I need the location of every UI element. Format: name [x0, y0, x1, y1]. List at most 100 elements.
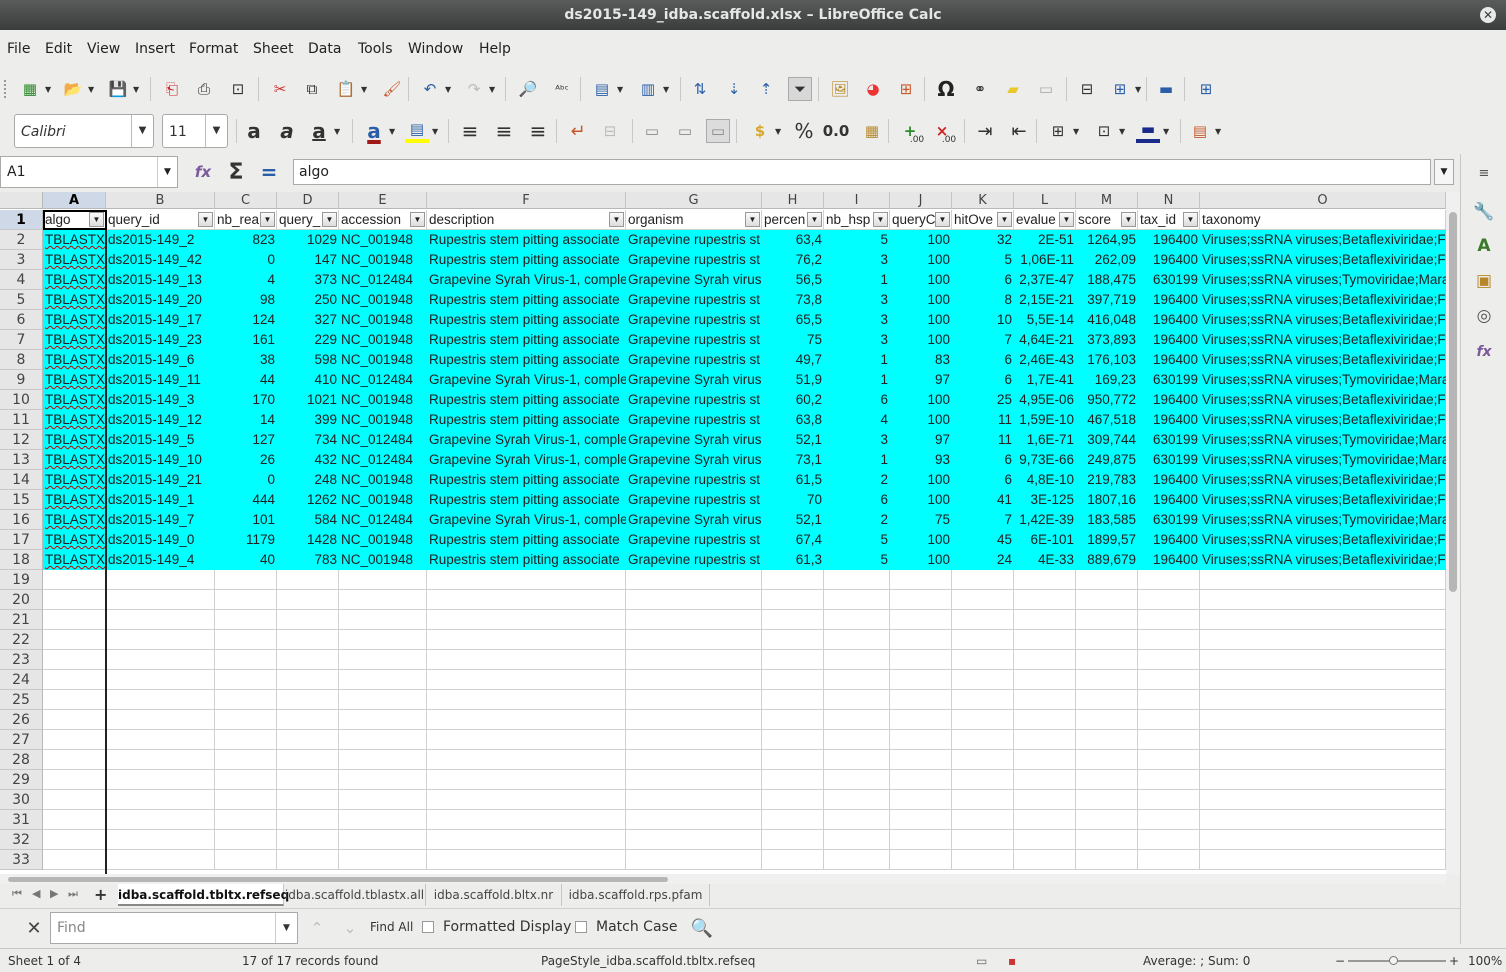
- empty-cell[interactable]: [1014, 590, 1076, 610]
- empty-cell[interactable]: [106, 770, 215, 790]
- last-sheet-icon[interactable]: ⏭: [68, 887, 78, 901]
- column-header-b[interactable]: B: [106, 192, 215, 209]
- column-header-d[interactable]: D: [277, 192, 339, 209]
- empty-cell[interactable]: [762, 710, 824, 730]
- empty-cell[interactable]: [1138, 570, 1200, 590]
- conditional-format-icon[interactable]: ▤: [1188, 119, 1212, 143]
- table-cell[interactable]: 3: [824, 290, 890, 310]
- autofilter-dropdown-icon[interactable]: ▼: [1121, 212, 1136, 227]
- pivot-table-icon[interactable]: ⊞: [894, 77, 918, 101]
- table-cell[interactable]: 73,1: [762, 450, 824, 470]
- row-header[interactable]: 23: [0, 650, 43, 670]
- empty-cell[interactable]: [1014, 830, 1076, 850]
- table-cell[interactable]: Grapevine Syrah virus: [626, 370, 762, 390]
- table-cell[interactable]: 6: [952, 270, 1014, 290]
- empty-cell[interactable]: [1200, 590, 1446, 610]
- table-cell[interactable]: NC_001948: [339, 230, 427, 250]
- empty-cell[interactable]: [762, 730, 824, 750]
- empty-cell[interactable]: [626, 650, 762, 670]
- clone-formatting-icon[interactable]: 🖌: [380, 77, 404, 101]
- sort-icon[interactable]: ⇅: [688, 77, 712, 101]
- table-cell[interactable]: 1021: [277, 390, 339, 410]
- empty-cell[interactable]: [952, 730, 1014, 750]
- table-cell[interactable]: Grapevine Syrah Virus-1, comple: [427, 510, 626, 530]
- table-cell[interactable]: TBLASTX: [43, 530, 106, 550]
- table-cell[interactable]: 7: [952, 330, 1014, 350]
- border-color-icon[interactable]: ▬: [1136, 119, 1160, 143]
- empty-cell[interactable]: [1200, 610, 1446, 630]
- empty-cell[interactable]: [890, 610, 952, 630]
- autofilter-dropdown-icon[interactable]: ▼: [935, 212, 950, 227]
- empty-cell[interactable]: [1138, 790, 1200, 810]
- empty-cell[interactable]: [427, 810, 626, 830]
- sort-ascending-icon[interactable]: ⇣: [722, 77, 746, 101]
- menu-sheet[interactable]: Sheet: [253, 41, 293, 57]
- table-cell[interactable]: 6: [952, 470, 1014, 490]
- empty-cell[interactable]: [43, 570, 106, 590]
- table-cell[interactable]: 2,15E-21: [1014, 290, 1076, 310]
- row-header[interactable]: 10: [0, 390, 43, 410]
- table-cell[interactable]: 100: [890, 550, 952, 570]
- table-cell[interactable]: 76,2: [762, 250, 824, 270]
- table-cell[interactable]: 1: [824, 370, 890, 390]
- table-cell[interactable]: 188,475: [1076, 270, 1138, 290]
- empty-cell[interactable]: [1200, 710, 1446, 730]
- wrap-text-icon[interactable]: ↵: [566, 119, 590, 143]
- empty-cell[interactable]: [215, 770, 277, 790]
- column-header-e[interactable]: E: [339, 192, 427, 209]
- table-cell[interactable]: ds2015-149_3: [106, 390, 215, 410]
- empty-cell[interactable]: [106, 750, 215, 770]
- table-cell[interactable]: 5: [824, 230, 890, 250]
- sheet-tab[interactable]: idba.scaffold.tbltx.refseq: [118, 884, 289, 906]
- table-cell[interactable]: NC_001948: [339, 410, 427, 430]
- table-cell[interactable]: 399: [277, 410, 339, 430]
- table-cell[interactable]: Grapevine rupestris st: [626, 550, 762, 570]
- empty-cell[interactable]: [1138, 850, 1200, 870]
- autofilter-dropdown-icon[interactable]: ▼: [1183, 212, 1198, 227]
- table-cell[interactable]: Grapevine Syrah Virus-1, comple: [427, 450, 626, 470]
- empty-cell[interactable]: [1076, 730, 1138, 750]
- header-cell[interactable]: nb_rea ▼: [215, 210, 277, 230]
- empty-cell[interactable]: [952, 790, 1014, 810]
- autofilter-dropdown-icon[interactable]: ▼: [1059, 212, 1074, 227]
- table-cell[interactable]: 1,59E-10: [1014, 410, 1076, 430]
- table-cell[interactable]: 823: [215, 230, 277, 250]
- italic-icon[interactable]: a: [275, 119, 299, 143]
- table-cell[interactable]: TBLASTX: [43, 290, 106, 310]
- row-header[interactable]: 9: [0, 370, 43, 390]
- table-cell[interactable]: 196400: [1138, 390, 1200, 410]
- table-cell[interactable]: 1264,95: [1076, 230, 1138, 250]
- column-header-f[interactable]: F: [427, 192, 626, 209]
- chevron-down-icon[interactable]: ▼: [45, 85, 51, 94]
- border-style-icon[interactable]: ⊡: [1092, 119, 1116, 143]
- table-cell[interactable]: 196400: [1138, 530, 1200, 550]
- empty-cell[interactable]: [106, 690, 215, 710]
- row-header[interactable]: 5: [0, 290, 43, 310]
- name-box[interactable]: A1 ▼: [0, 156, 178, 188]
- empty-cell[interactable]: [824, 590, 890, 610]
- table-cell[interactable]: 124: [215, 310, 277, 330]
- table-cell[interactable]: Grapevine rupestris st: [626, 390, 762, 410]
- font-color-icon[interactable]: a: [362, 119, 386, 143]
- table-cell[interactable]: Viruses;ssRNA viruses;Betaflexiviridae;F…: [1200, 290, 1446, 310]
- row-header[interactable]: 26: [0, 710, 43, 730]
- table-cell[interactable]: 4: [824, 410, 890, 430]
- empty-cell[interactable]: [277, 630, 339, 650]
- table-cell[interactable]: 373: [277, 270, 339, 290]
- table-cell[interactable]: 100: [890, 230, 952, 250]
- row-header[interactable]: 3: [0, 250, 43, 270]
- empty-cell[interactable]: [824, 610, 890, 630]
- sort-descending-icon[interactable]: ⇡: [754, 77, 778, 101]
- table-cell[interactable]: ds2015-149_12: [106, 410, 215, 430]
- table-cell[interactable]: 630199: [1138, 370, 1200, 390]
- align-center-icon[interactable]: ≡: [492, 119, 516, 143]
- empty-cell[interactable]: [1200, 730, 1446, 750]
- table-cell[interactable]: Viruses;ssRNA viruses;Betaflexiviridae;F…: [1200, 490, 1446, 510]
- table-cell[interactable]: 147: [277, 250, 339, 270]
- table-cell[interactable]: 1: [824, 450, 890, 470]
- empty-cell[interactable]: [277, 590, 339, 610]
- empty-cell[interactable]: [1014, 770, 1076, 790]
- empty-cell[interactable]: [1138, 810, 1200, 830]
- autofilter-dropdown-icon[interactable]: ▼: [609, 212, 624, 227]
- empty-cell[interactable]: [890, 630, 952, 650]
